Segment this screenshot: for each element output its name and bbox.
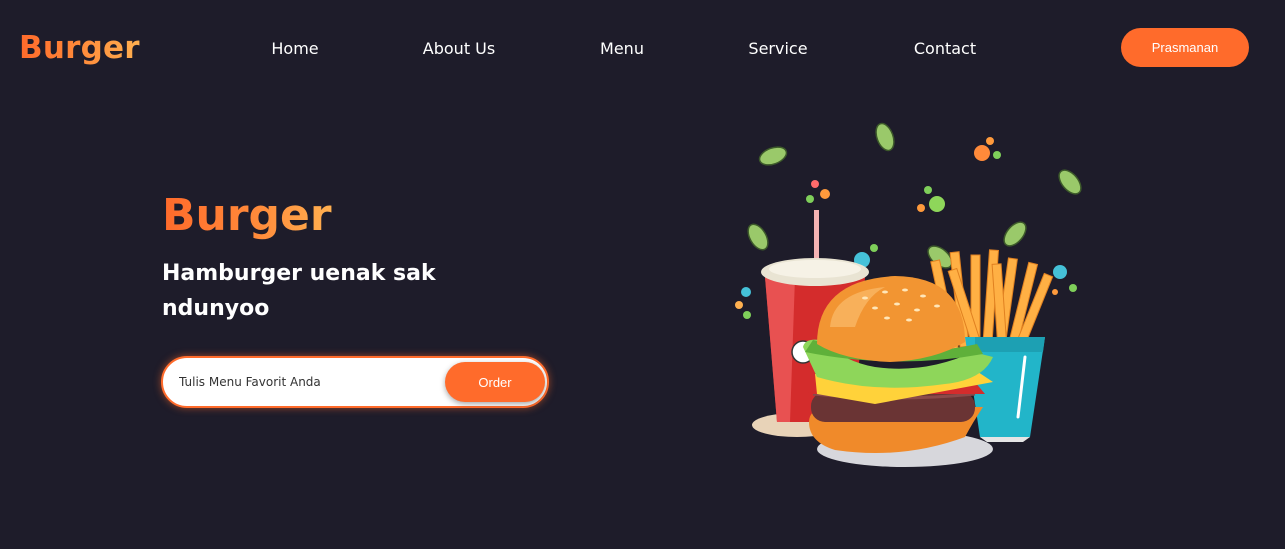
- hero-subtitle: Hamburger uenak sak ndunyoo: [162, 261, 436, 321]
- burger-meal-illustration: [735, 122, 1082, 467]
- prasmanan-button[interactable]: Prasmanan: [1121, 28, 1249, 67]
- nav-about-us[interactable]: About Us: [423, 38, 495, 60]
- nav-contact[interactable]: Contact: [914, 38, 976, 60]
- order-button[interactable]: Order: [445, 362, 545, 402]
- page: Burger Home About Us Menu Service Contac…: [0, 0, 1285, 549]
- main-nav: Home About Us Menu Service Contact: [0, 38, 1285, 62]
- nav-menu[interactable]: Menu: [600, 38, 644, 60]
- search-box: Order: [161, 356, 549, 408]
- menu-search-input[interactable]: [179, 370, 439, 394]
- nav-service[interactable]: Service: [748, 38, 807, 60]
- nav-home[interactable]: Home: [271, 38, 318, 60]
- hero-title: Burger: [162, 190, 332, 241]
